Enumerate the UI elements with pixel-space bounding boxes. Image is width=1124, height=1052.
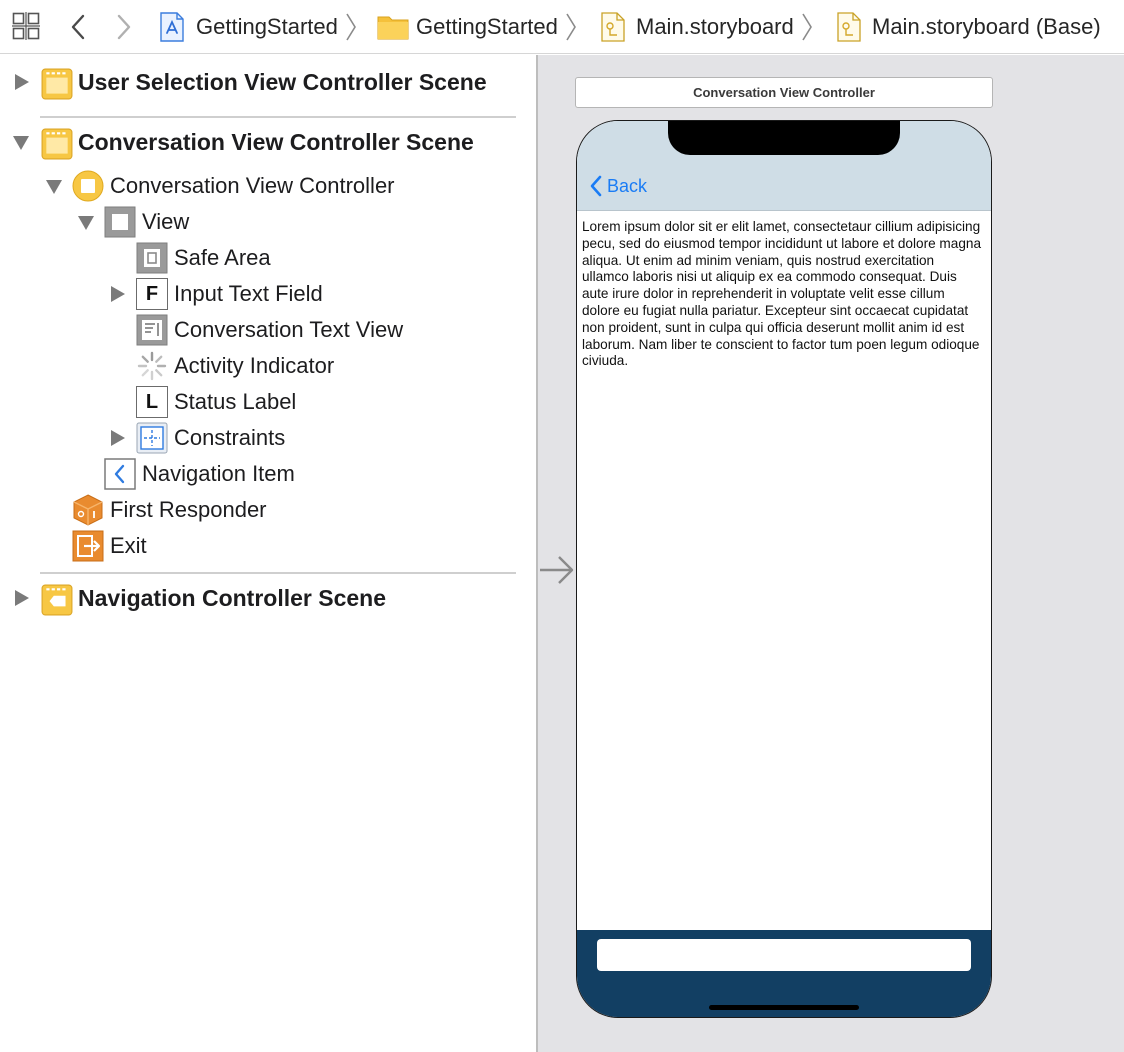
folder-icon — [377, 16, 409, 40]
document-outline: User Selection View Controller Scene Con… — [0, 55, 536, 1052]
navigation-item-icon — [104, 458, 136, 490]
disclosure-collapsed-icon[interactable] — [15, 590, 29, 606]
breadcrumb-label: Main.storyboard — [636, 14, 794, 39]
disclosure-expanded-icon[interactable] — [78, 216, 94, 230]
safe-area-icon — [136, 242, 168, 274]
device-notch — [668, 121, 900, 155]
navigation-scene-icon — [41, 584, 73, 616]
exit-icon — [72, 530, 104, 562]
storyboard-file-icon — [837, 12, 861, 42]
breadcrumb-group[interactable]: GettingStarted — [377, 10, 578, 44]
outline-row-input-text-field[interactable]: F Input Text Field — [0, 276, 536, 312]
outline-row-navigation-item[interactable]: Navigation Item — [0, 456, 536, 492]
breadcrumb-separator-icon — [802, 13, 812, 41]
item-label: Input Text Field — [174, 281, 323, 306]
item-label: Status Label — [174, 389, 297, 414]
breadcrumb-storyboard-base[interactable]: Main.storyboard (Base) — [836, 10, 1101, 44]
back-chevron-icon — [590, 175, 602, 197]
breadcrumb-label: GettingStarted — [416, 14, 558, 39]
item-label: Conversation Text View — [174, 317, 404, 342]
activity-indicator-icon — [137, 351, 167, 381]
nav-back-icon[interactable] — [70, 14, 86, 40]
scene-label: Conversation View Controller Scene — [78, 128, 474, 155]
scene-label: User Selection View Controller Scene — [78, 68, 487, 95]
item-label: View — [142, 209, 190, 234]
breadcrumb-project[interactable]: GettingStarted — [158, 10, 358, 44]
storyboard-canvas[interactable]: Conversation View Controller Back Lorem … — [536, 55, 1124, 1052]
conversation-text-view[interactable]: Lorem ipsum dolor sit er elit lamet, con… — [582, 219, 984, 370]
scene-label: Navigation Controller Scene — [78, 584, 387, 611]
outline-row-status-label[interactable]: L Status Label — [0, 384, 536, 420]
text-field-icon: F — [136, 278, 168, 310]
item-label: Safe Area — [174, 245, 271, 270]
input-text-field[interactable] — [597, 939, 971, 971]
constraints-icon — [136, 422, 168, 454]
item-label: Conversation View Controller — [110, 173, 395, 198]
item-label: Constraints — [174, 425, 286, 450]
outline-row-user-selection-scene[interactable]: User Selection View Controller Scene — [0, 64, 536, 100]
jump-bar: GettingStarted GettingStarted Main.story… — [0, 0, 1124, 54]
outline-row-first-responder[interactable]: First Responder — [0, 492, 536, 528]
related-items-icon[interactable] — [12, 12, 40, 40]
first-responder-icon — [73, 494, 103, 526]
label-icon: L — [136, 386, 168, 418]
scene-icon — [41, 68, 73, 100]
back-button-label: Back — [607, 175, 648, 196]
input-bar — [577, 930, 991, 1017]
item-label: First Responder — [110, 497, 267, 522]
breadcrumb-label: GettingStarted — [196, 14, 338, 39]
breadcrumb-separator-icon — [346, 13, 356, 41]
disclosure-collapsed-icon[interactable] — [15, 74, 29, 90]
outline-row-view[interactable]: View — [0, 204, 536, 240]
disclosure-expanded-icon[interactable] — [13, 136, 29, 150]
outline-row-conversation-text-view[interactable]: Conversation Text View — [0, 312, 536, 348]
item-label: Exit — [110, 533, 147, 558]
item-label: Activity Indicator — [174, 353, 335, 378]
disclosure-expanded-icon[interactable] — [46, 180, 62, 194]
view-controller-icon — [72, 170, 104, 202]
breadcrumb-separator-icon — [566, 13, 576, 41]
outline-row-conversation-scene[interactable]: Conversation View Controller Scene — [0, 124, 536, 160]
home-indicator — [709, 1005, 859, 1010]
disclosure-collapsed-icon[interactable] — [111, 286, 125, 302]
outline-row-activity-indicator[interactable]: Activity Indicator — [0, 348, 536, 384]
back-button[interactable]: Back — [589, 175, 647, 197]
nav-forward-icon[interactable] — [116, 14, 132, 40]
storyboard-file-icon — [601, 12, 625, 42]
xcode-project-icon — [160, 12, 184, 42]
scene-divider — [40, 572, 516, 574]
outline-row-navigation-controller-scene[interactable]: Navigation Controller Scene — [0, 580, 536, 616]
device-frame[interactable]: Back Lorem ipsum dolor sit er elit lamet… — [576, 120, 992, 1018]
breadcrumb-storyboard[interactable]: Main.storyboard — [600, 10, 814, 44]
breadcrumb-label: Main.storyboard (Base) — [872, 14, 1101, 39]
outline-row-conversation-view-controller[interactable]: Conversation View Controller — [0, 168, 536, 204]
scene-title-bar[interactable]: Conversation View Controller — [575, 77, 993, 108]
navigation-bar: Back — [577, 121, 991, 211]
text-view-icon — [136, 314, 168, 346]
item-label: Navigation Item — [142, 461, 295, 486]
outline-row-constraints[interactable]: Constraints — [0, 420, 536, 456]
outline-row-safe-area[interactable]: Safe Area — [0, 240, 536, 276]
disclosure-collapsed-icon[interactable] — [111, 430, 125, 446]
view-icon — [104, 206, 136, 238]
scene-divider — [40, 116, 516, 118]
scene-icon — [41, 128, 73, 160]
outline-row-exit[interactable]: Exit — [0, 528, 536, 564]
segue-arrow-icon[interactable] — [538, 553, 576, 587]
